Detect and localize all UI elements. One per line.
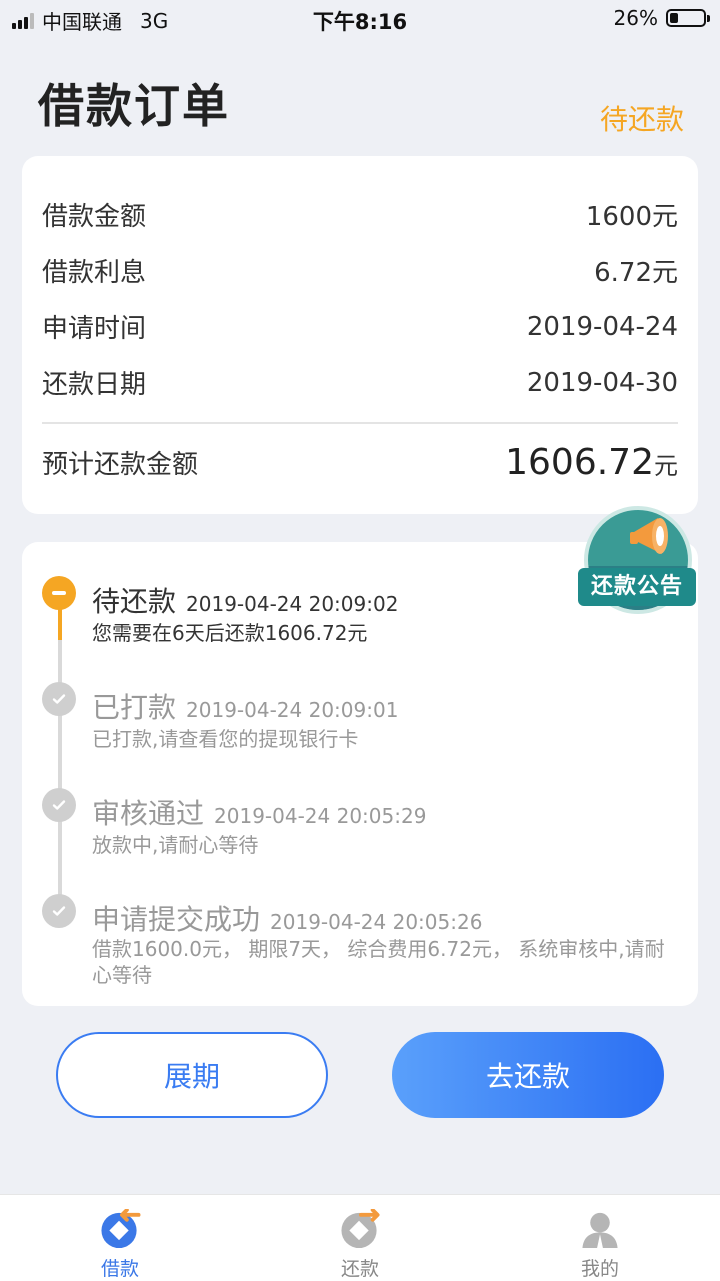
battery-icon — [666, 9, 710, 27]
tab-repay[interactable]: 还款 — [240, 1195, 480, 1281]
megaphone-icon — [630, 518, 668, 554]
step-time: 2019-04-24 20:05:29 — [214, 804, 427, 828]
summary-row-amount: 借款金额 1600元 — [42, 196, 678, 233]
pending-status-icon — [42, 576, 76, 610]
summary-label: 借款金额 — [42, 202, 147, 232]
summary-row-due-date: 还款日期 2019-04-30 — [42, 364, 678, 401]
summary-row-apply-date: 申请时间 2019-04-24 — [42, 308, 678, 345]
summary-label: 借款利息 — [42, 258, 147, 288]
step-title: 待还款 — [92, 585, 177, 618]
summary-divider — [42, 422, 678, 424]
extend-button[interactable]: 展期 — [56, 1032, 328, 1118]
repay-icon — [341, 1209, 380, 1249]
order-status-badge: 待还款 — [599, 103, 684, 136]
profile-icon — [582, 1212, 618, 1249]
summary-value: 6.72元 — [594, 258, 678, 288]
step-title: 审核通过 — [92, 797, 205, 830]
total-label: 预计还款金额 — [42, 450, 199, 480]
timeline-step-3: 审核通过 2019-04-24 20:05:29 — [92, 792, 426, 832]
timeline-line — [58, 640, 62, 908]
step-time: 2019-04-24 20:05:26 — [270, 910, 483, 934]
status-right: 26% — [613, 6, 710, 30]
status-bar: 中国联通 3G 下午8:16 26% — [0, 0, 720, 38]
check-icon — [42, 788, 76, 822]
order-summary-card: 借款金额 1600元 借款利息 6.72元 申请时间 2019-04-24 还款… — [22, 156, 698, 514]
tab-loan[interactable]: 借款 — [0, 1195, 240, 1281]
step-description: 借款1600.0元， 期限7天， 综合费用6.72元， 系统审核中,请耐心等待 — [92, 937, 665, 987]
timeline-step-2: 已打款 2019-04-24 20:09:01 — [92, 686, 398, 726]
notice-badge-label: 还款公告 — [578, 568, 696, 606]
bottom-tab-bar: 借款 还款 我的 — [0, 1194, 720, 1281]
summary-value: 1600元 — [585, 202, 678, 232]
timeline-step-4: 申请提交成功 2019-04-24 20:05:26 — [92, 898, 482, 938]
step-title: 申请提交成功 — [92, 903, 261, 936]
loan-icon — [101, 1209, 141, 1249]
summary-value: 2019-04-30 — [526, 367, 678, 398]
clock: 下午8:16 — [312, 10, 408, 34]
step-title: 已打款 — [92, 691, 177, 724]
step-description: 已打款,请查看您的提现银行卡 — [92, 727, 359, 751]
step-time: 2019-04-24 20:09:02 — [186, 592, 399, 616]
page-title: 借款订单 — [38, 79, 230, 133]
total-value: 1606.72 — [505, 442, 654, 483]
tab-label: 还款 — [340, 1258, 379, 1280]
tab-profile[interactable]: 我的 — [480, 1195, 720, 1281]
check-icon — [42, 894, 76, 928]
check-icon — [42, 682, 76, 716]
summary-row-interest: 借款利息 6.72元 — [42, 252, 678, 289]
summary-row-total: 预计还款金额 1606.72元 — [42, 442, 678, 483]
step-description: 放款中,请耐心等待 — [92, 833, 259, 857]
repayment-notice-badge[interactable]: 还款公告 — [578, 506, 696, 622]
battery-percent: 26% — [613, 6, 658, 30]
tab-label: 借款 — [100, 1258, 139, 1280]
summary-value: 2019-04-24 — [526, 311, 678, 342]
total-unit: 元 — [654, 452, 678, 480]
repay-button[interactable]: 去还款 — [392, 1032, 664, 1118]
step-description: 您需要在6天后还款1606.72元 — [92, 621, 368, 645]
total-amount: 1606.72元 — [505, 442, 678, 483]
timeline-step-1: 待还款 2019-04-24 20:09:02 — [92, 580, 398, 620]
step-time: 2019-04-24 20:09:01 — [186, 698, 399, 722]
summary-label: 申请时间 — [42, 314, 147, 344]
tab-label: 我的 — [580, 1258, 619, 1280]
summary-label: 还款日期 — [42, 370, 147, 400]
